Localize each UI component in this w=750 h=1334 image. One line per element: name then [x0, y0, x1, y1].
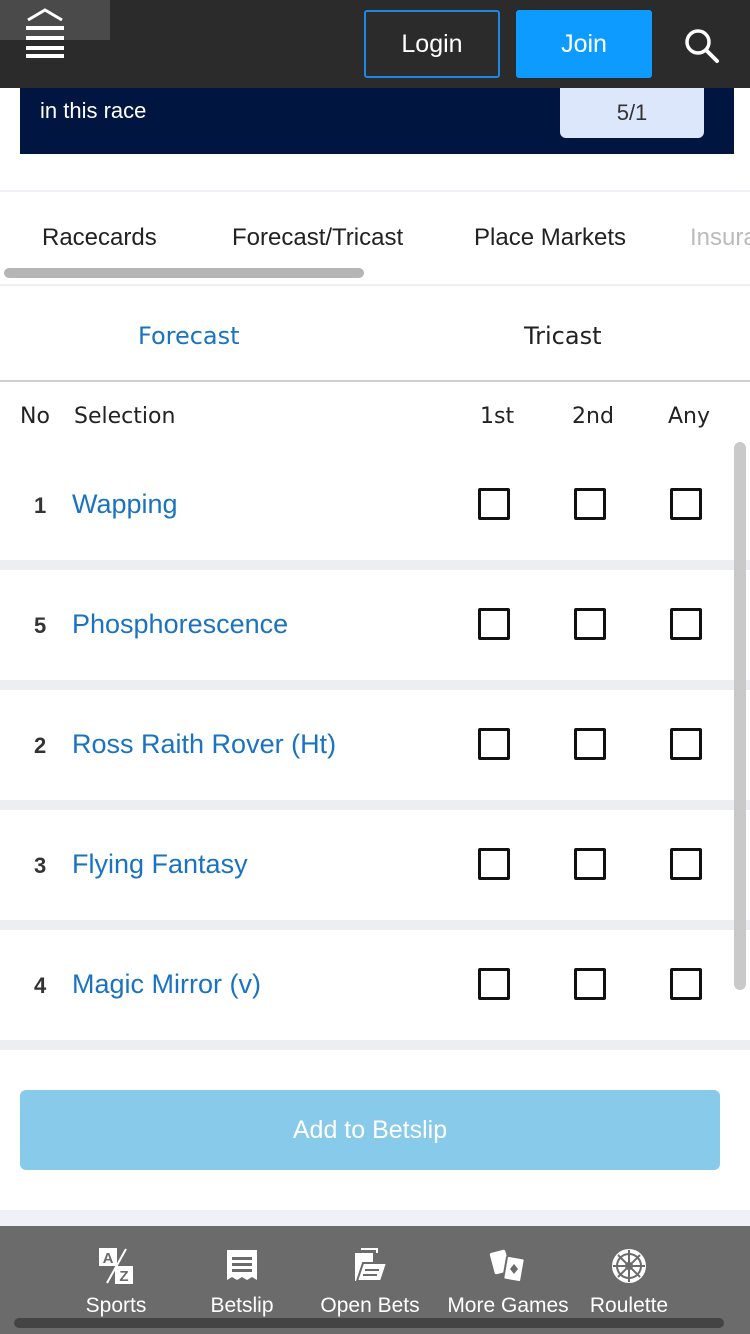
- checkbox-1st[interactable]: [478, 608, 510, 640]
- checkbox-any[interactable]: [670, 968, 702, 1000]
- runner-row: 4 Magic Mirror (v): [0, 935, 750, 1045]
- tab-place-markets[interactable]: Place Markets: [474, 224, 626, 252]
- betslip-icon: [222, 1246, 262, 1286]
- divider: [0, 1210, 750, 1226]
- row-separator: [0, 800, 750, 810]
- list-scrollbar[interactable]: [734, 442, 746, 990]
- runner-row: 2 Ross Raith Rover (Ht): [0, 695, 750, 805]
- svg-text:Z: Z: [119, 1268, 128, 1285]
- runner-number: 4: [34, 973, 47, 998]
- column-header-1st: 1st: [480, 404, 515, 429]
- promo-odds-button[interactable]: 5/1: [560, 88, 704, 138]
- subtab-forecast[interactable]: Forecast: [138, 322, 240, 350]
- runner-name[interactable]: Magic Mirror (v): [72, 969, 261, 1000]
- market-tabs: Racecards Forecast/Tricast Place Markets…: [0, 192, 750, 284]
- open-bets-icon: [350, 1246, 390, 1286]
- checkbox-2nd[interactable]: [574, 488, 606, 520]
- join-button[interactable]: Join: [516, 10, 652, 78]
- divider: [0, 284, 750, 286]
- row-separator: [0, 560, 750, 570]
- runner-number: 3: [34, 853, 47, 878]
- row-separator: [0, 680, 750, 690]
- runner-row: 3 Flying Fantasy: [0, 815, 750, 925]
- search-icon[interactable]: [682, 26, 722, 66]
- runner-name[interactable]: Wapping: [72, 489, 178, 520]
- column-header-selection: Selection: [74, 404, 176, 429]
- row-separator: [0, 1040, 750, 1050]
- runner-name[interactable]: Flying Fantasy: [72, 849, 248, 880]
- runner-name[interactable]: Ross Raith Rover (Ht): [72, 729, 336, 760]
- runner-row: 5 Phosphorescence: [0, 575, 750, 685]
- tabs-scrollbar[interactable]: [4, 268, 364, 278]
- checkbox-2nd[interactable]: [574, 728, 606, 760]
- runner-number: 1: [34, 493, 47, 518]
- hamburger-home-icon[interactable]: [0, 0, 110, 58]
- checkbox-any[interactable]: [670, 848, 702, 880]
- checkbox-any[interactable]: [670, 488, 702, 520]
- runner-number: 5: [34, 613, 47, 638]
- tab-racecards[interactable]: Racecards: [42, 224, 157, 252]
- checkbox-1st[interactable]: [478, 488, 510, 520]
- column-header-2nd: 2nd: [572, 404, 614, 429]
- tab-forecast-tricast[interactable]: Forecast/Tricast: [232, 224, 403, 252]
- checkbox-1st[interactable]: [478, 848, 510, 880]
- add-to-betslip-button[interactable]: Add to Betslip: [20, 1090, 720, 1170]
- checkbox-1st[interactable]: [478, 728, 510, 760]
- checkbox-2nd[interactable]: [574, 608, 606, 640]
- top-header: Login Join: [0, 0, 750, 88]
- runner-name[interactable]: Phosphorescence: [72, 609, 288, 640]
- runner-row: 1 Wapping: [0, 455, 750, 565]
- nav-label: More Games: [447, 1294, 569, 1317]
- checkbox-any[interactable]: [670, 608, 702, 640]
- subtab-tricast[interactable]: Tricast: [524, 322, 601, 350]
- column-header-no: No: [20, 404, 50, 429]
- az-sports-icon: A Z: [96, 1246, 136, 1286]
- svg-text:A: A: [103, 1250, 114, 1267]
- checkbox-2nd[interactable]: [574, 848, 606, 880]
- row-separator: [0, 920, 750, 930]
- nav-label: Roulette: [589, 1294, 669, 1317]
- nav-label: Open Bets: [320, 1294, 420, 1317]
- cards-icon: [488, 1246, 528, 1286]
- tab-insurance[interactable]: Insura: [690, 224, 750, 252]
- checkbox-any[interactable]: [670, 728, 702, 760]
- runner-number: 2: [34, 733, 47, 758]
- nav-label: Betslip: [210, 1294, 274, 1317]
- roulette-wheel-icon: [609, 1246, 649, 1286]
- promo-banner: in this race 5/1: [20, 88, 734, 154]
- login-button[interactable]: Login: [364, 10, 500, 78]
- promo-text: in this race: [40, 98, 147, 123]
- bet-type-tabs: Forecast Tricast: [0, 290, 750, 382]
- column-header-any: Any: [668, 404, 711, 429]
- home-indicator: [14, 1318, 724, 1328]
- checkbox-1st[interactable]: [478, 968, 510, 1000]
- checkbox-2nd[interactable]: [574, 968, 606, 1000]
- nav-label: Sports: [85, 1294, 147, 1317]
